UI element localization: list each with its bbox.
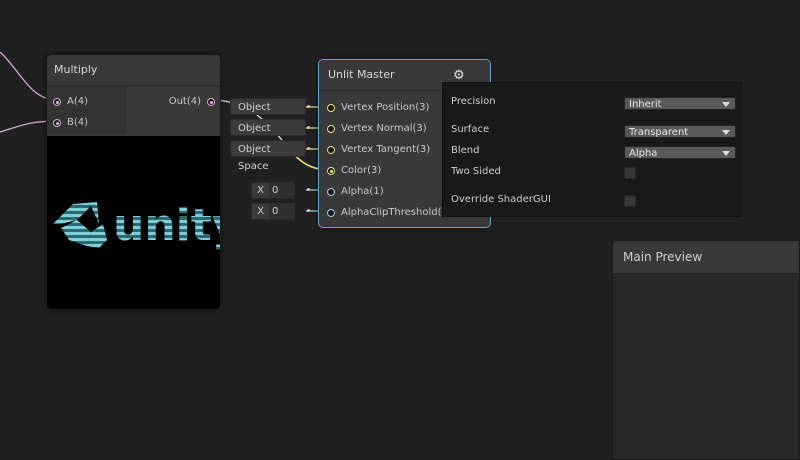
main-preview-title[interactable]: Main Preview [613, 241, 799, 274]
port-color-dot[interactable] [327, 167, 335, 175]
output-port-out-label: Out(4) [168, 96, 201, 107]
alpha-value-field[interactable]: X 0 [251, 182, 295, 199]
alpha-clip-axis-label: X [252, 204, 269, 219]
override-shadergui-checkbox[interactable] [624, 195, 636, 207]
multiply-node-title[interactable]: Multiply [47, 55, 220, 86]
port-vertex-position-label: Vertex Position(3) [341, 102, 430, 113]
gear-icon[interactable]: ⚙ [453, 68, 465, 83]
connector-dot [307, 209, 310, 212]
port-alpha-dot[interactable] [327, 188, 335, 196]
connector-dot [307, 126, 310, 129]
alpha-clip-value-field[interactable]: X 0 [251, 203, 295, 220]
input-port-a-label: A(4) [67, 96, 89, 107]
surface-label: Surface [451, 124, 490, 135]
alpha-clip-value[interactable]: 0 [272, 204, 278, 219]
port-alpha-label: Alpha(1) [341, 186, 384, 197]
port-vertex-normal-dot[interactable] [327, 125, 335, 133]
port-alpha-clip-threshold-dot[interactable] [327, 209, 335, 217]
vertex-normal-space-field[interactable]: Object Space [230, 119, 306, 151]
connector-dot [307, 105, 310, 108]
port-vertex-normal-label: Vertex Normal(3) [341, 123, 427, 134]
unity-logo-preview: unity [53, 200, 220, 251]
port-color-label: Color(3) [341, 165, 382, 176]
multiply-node-preview: unity [47, 136, 220, 309]
input-port-b-dot[interactable] [53, 119, 61, 127]
blend-value: Alpha [629, 148, 658, 159]
vertex-tangent-space-field[interactable]: Object Space [230, 140, 306, 172]
port-vertex-tangent-dot[interactable] [327, 146, 335, 154]
connector-dot [307, 188, 310, 191]
surface-dropdown[interactable]: Transparent [624, 125, 736, 138]
port-alpha-clip-threshold-label: AlphaClipThreshold(1 [341, 207, 448, 218]
two-sided-label: Two Sided [451, 166, 501, 177]
input-port-b-label: B(4) [67, 117, 89, 128]
surface-value: Transparent [629, 127, 689, 138]
two-sided-checkbox[interactable] [624, 167, 636, 179]
precision-label: Precision [451, 96, 496, 107]
chevron-down-icon [722, 151, 730, 156]
input-port-a-dot[interactable] [53, 98, 61, 106]
master-node-settings-panel: Precision Inherit Surface Transparent Bl… [442, 82, 742, 217]
output-port-out[interactable]: Out(4) [147, 95, 217, 109]
override-shadergui-label: Override ShaderGUI [451, 194, 551, 205]
alpha-axis-label: X [252, 183, 269, 198]
output-port-out-dot[interactable] [207, 98, 215, 106]
blend-dropdown[interactable]: Alpha [624, 146, 736, 159]
main-preview-panel[interactable]: Main Preview [612, 240, 800, 460]
unity-logo-text: unity [113, 200, 220, 251]
port-vertex-position-dot[interactable] [327, 104, 335, 112]
multiply-node[interactable]: Multiply A(4) B(4) Out(4) unit [46, 54, 221, 310]
blend-label: Blend [451, 145, 480, 156]
connector-dot [307, 147, 310, 150]
precision-value: Inherit [629, 99, 662, 110]
vertex-position-space-field[interactable]: Object Space [230, 98, 306, 130]
chevron-down-icon [722, 130, 730, 135]
chevron-down-icon [722, 102, 730, 107]
unity-cube-icon [53, 202, 107, 248]
input-port-a[interactable]: A(4) [53, 95, 123, 109]
precision-dropdown[interactable]: Inherit [624, 97, 736, 110]
input-port-b[interactable]: B(4) [53, 116, 123, 130]
alpha-value[interactable]: 0 [272, 183, 278, 198]
port-vertex-tangent-label: Vertex Tangent(3) [341, 144, 431, 155]
